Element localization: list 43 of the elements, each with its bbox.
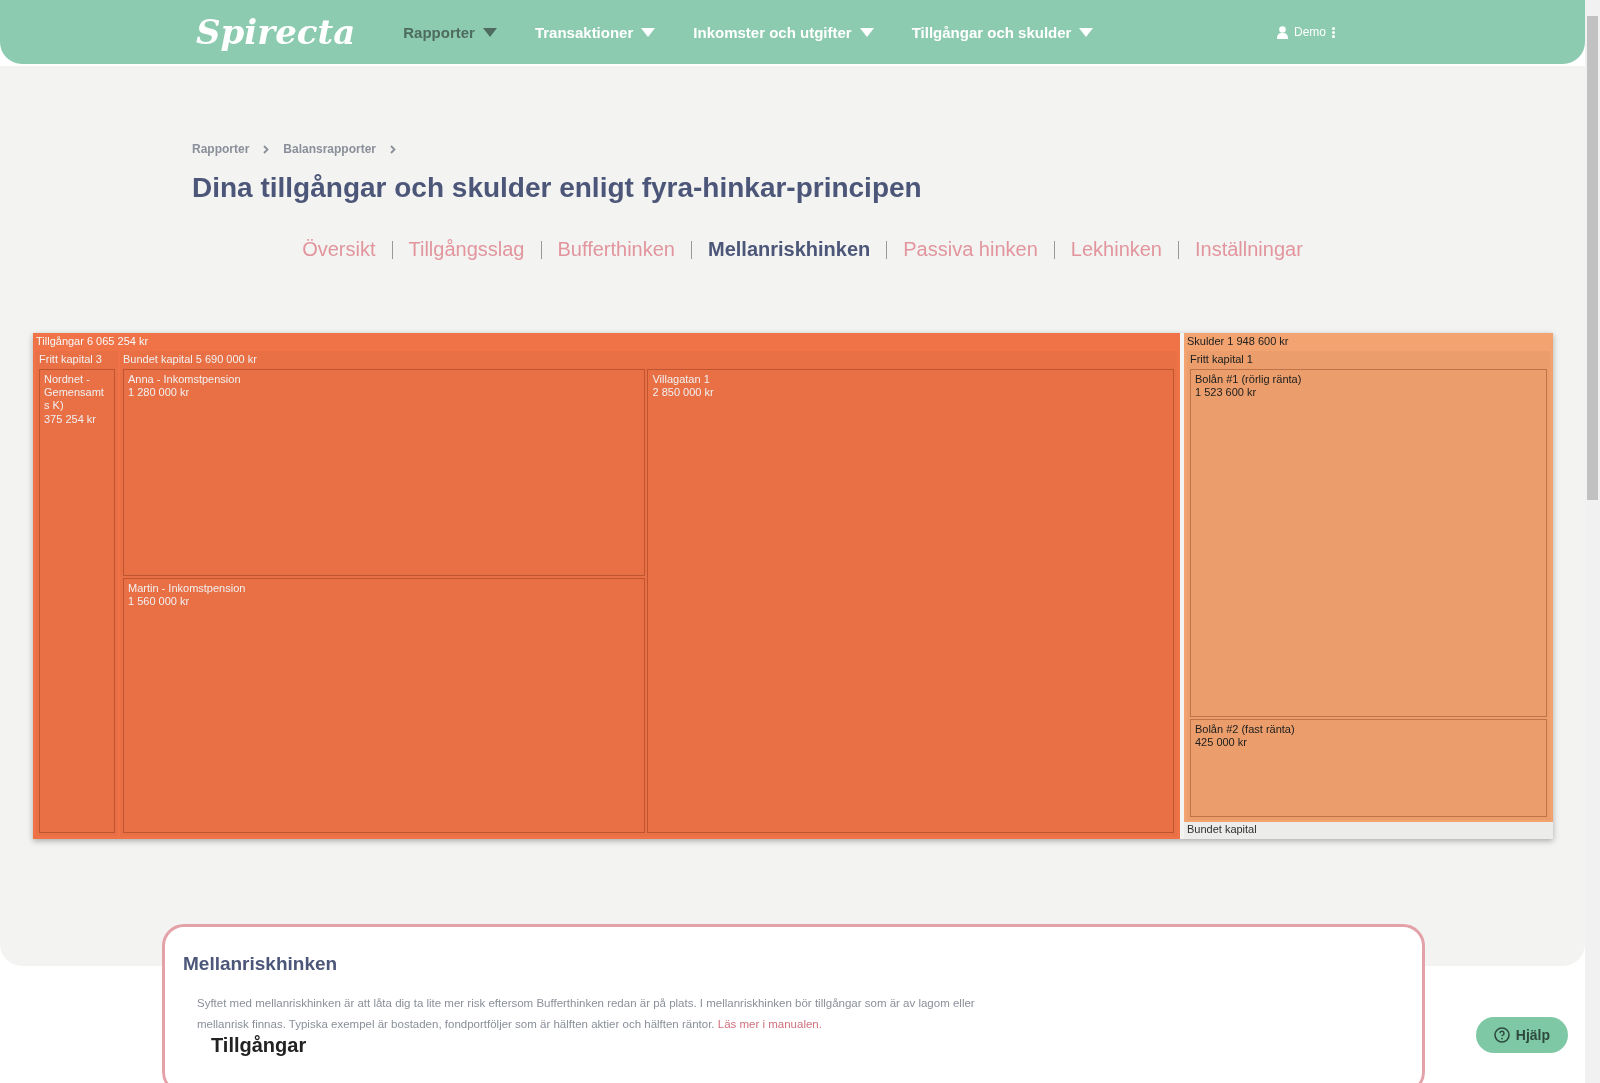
card-title: Mellanriskhinken xyxy=(183,953,339,975)
page-title: Dina tillgångar och skulder enligt fyra-hinkar-principen xyxy=(192,172,923,204)
manual-link[interactable]: Läs mer i manualen. xyxy=(717,1017,822,1030)
tab[interactable]: Tillgångsslag xyxy=(408,238,525,261)
nav-menu[interactable]: Transaktioner xyxy=(534,19,656,45)
scrollbar[interactable] xyxy=(1585,0,1600,1083)
treemap-tile: Bolån #2 (fast ränta) 425 000 kr xyxy=(1189,718,1547,817)
logo[interactable]: Spirecta xyxy=(196,11,356,53)
treemap-tile: Martin - Inkomstpension 1 560 000 kr xyxy=(123,578,646,833)
question-icon xyxy=(1493,1027,1510,1043)
nav-menu[interactable]: Tillgångar och skulder xyxy=(911,19,1094,45)
caret-icon xyxy=(859,27,874,37)
tab[interactable]: Mellanriskhinken xyxy=(708,238,871,261)
group-label: Tillgångar 6 065 254 kr xyxy=(35,334,150,349)
user-icon xyxy=(1277,25,1288,39)
user-name[interactable]: Demo xyxy=(1294,25,1326,39)
tab[interactable]: Lekhinken xyxy=(1070,238,1162,261)
chevron-icon xyxy=(263,144,270,154)
tab[interactable]: Bufferthinken xyxy=(557,238,675,261)
tab[interactable]: Passiva hinken xyxy=(903,238,1038,261)
nav-menu[interactable]: Rapporter xyxy=(403,19,497,45)
more-icon[interactable] xyxy=(1332,26,1335,38)
chevron-icon xyxy=(390,144,397,154)
caret-icon xyxy=(1079,27,1094,37)
group-label: Fritt kapital 3 xyxy=(38,352,103,367)
group-label: Fritt kapital 1 xyxy=(1188,352,1254,367)
treemap-tile: Nordnet - Gemensamt s K) 375 254 kr xyxy=(39,369,115,833)
caret-icon xyxy=(482,27,497,37)
nav-menu[interactable]: Inkomster och utgifter xyxy=(693,19,874,45)
treemap-tile: Villagatan 1 2 850 000 kr xyxy=(647,369,1174,833)
tile-label: Bundet kapital xyxy=(1183,822,1553,839)
group-label: Skulder 1 948 600 kr xyxy=(1185,334,1290,349)
breadcrumb-link[interactable]: Rapporter xyxy=(192,142,250,156)
caret-icon xyxy=(641,27,656,37)
group-label: Bundet kapital 5 690 000 kr xyxy=(122,352,258,367)
help-button[interactable]: Hjälp xyxy=(1475,1017,1568,1053)
treemap-tile: Bolån #1 (rörlig ränta) 1 523 600 kr xyxy=(1189,369,1547,717)
breadcrumb-link[interactable]: Balansrapporter xyxy=(283,142,377,156)
treemap-tile: Anna - Inkomstpension 1 280 000 kr xyxy=(123,369,646,577)
section-heading: Tillgångar xyxy=(211,1034,308,1058)
tab[interactable]: Översikt xyxy=(302,238,376,261)
description: Syftet med mellanriskhinken är att låta dig ta lite mer risk eftersom Bufferthinken redan är på plats. I mellanriskhinken bör tillgångar som är av lagom eller mellanrisk finnas. Typiska exempel är bostaden, fondportföljer som är hälften aktier och hälften räntor. Läs mer i manualen. xyxy=(197,996,976,1032)
tab[interactable]: Inställningar xyxy=(1195,238,1303,261)
